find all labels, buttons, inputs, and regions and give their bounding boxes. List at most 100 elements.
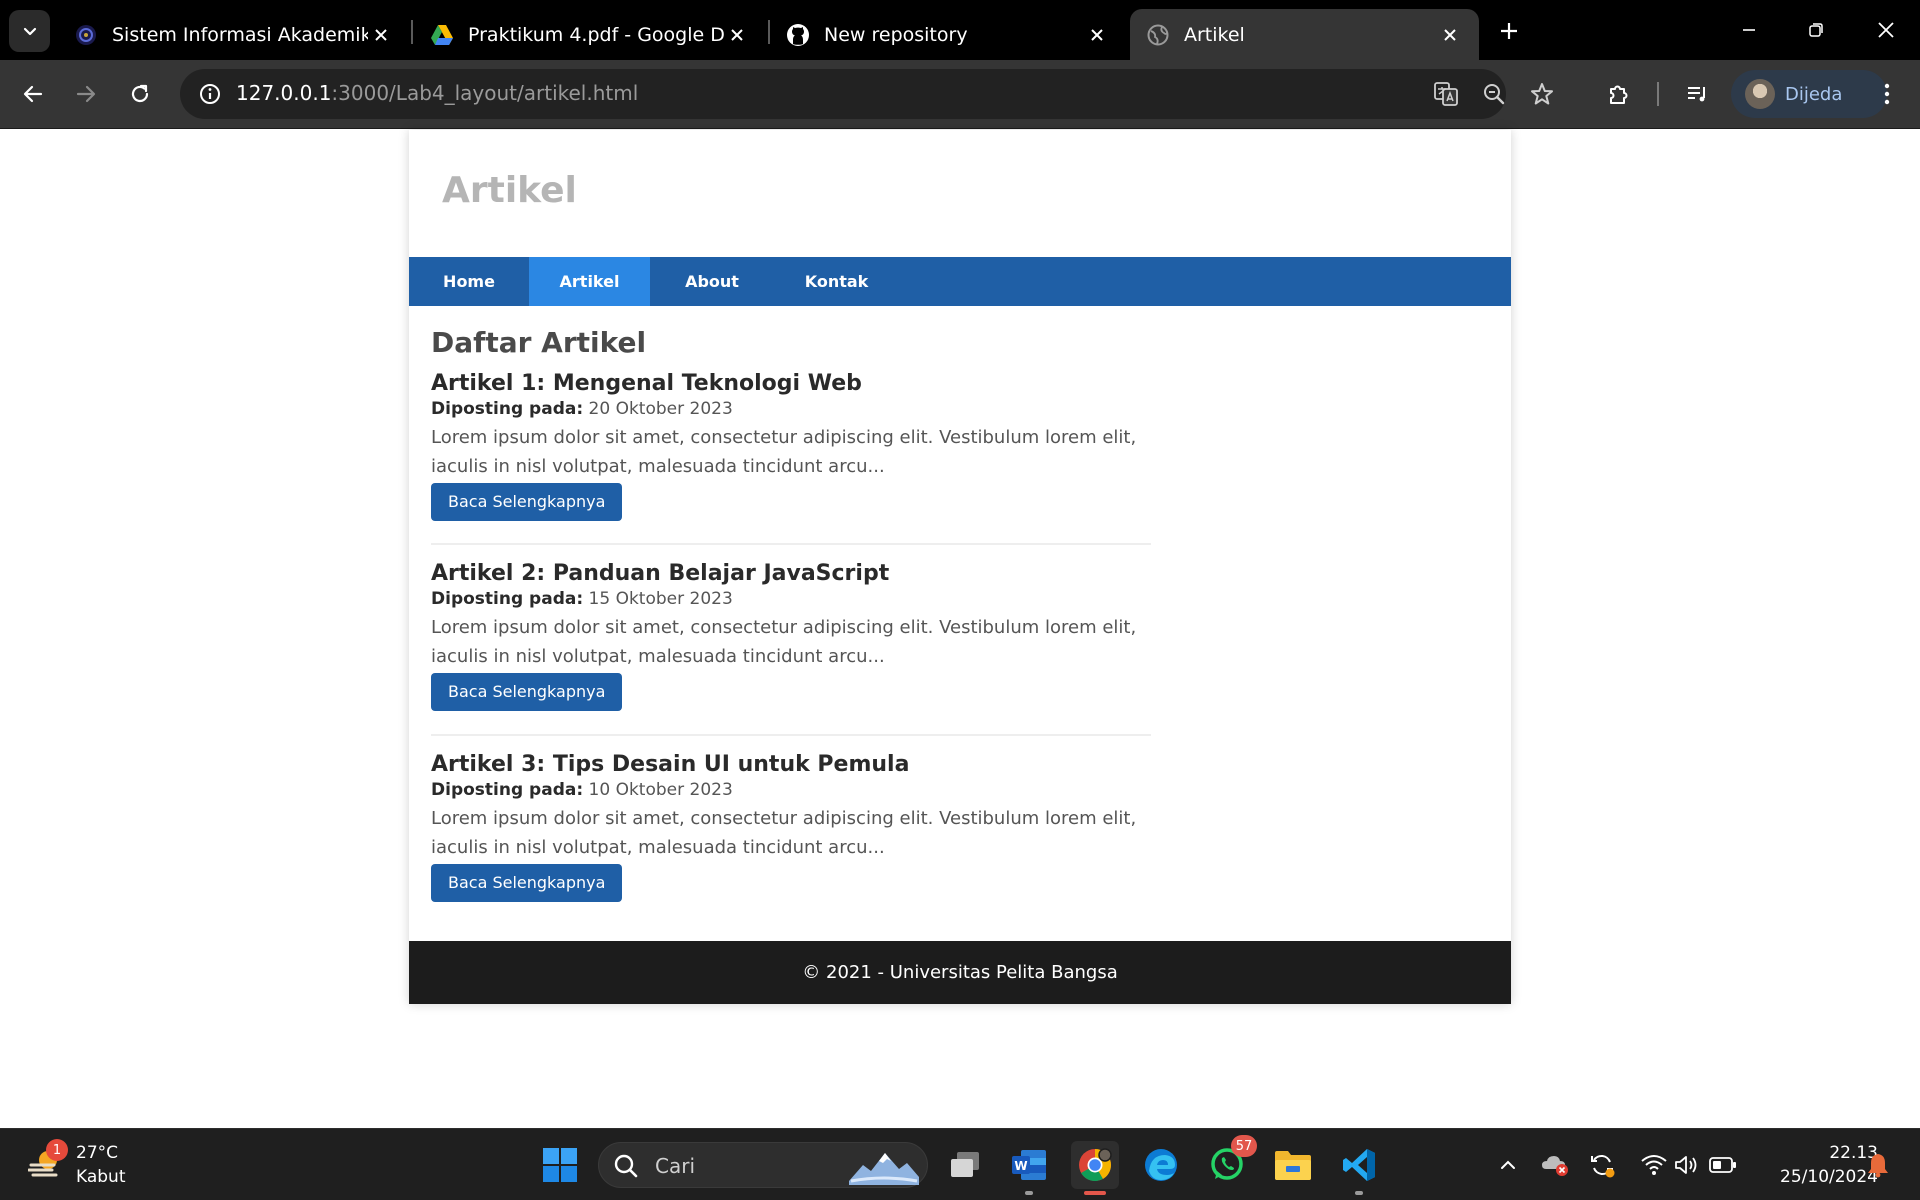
content-title: Daftar Artikel (431, 326, 647, 359)
system-clock[interactable]: 22.13 25/10/2024 (1758, 1141, 1878, 1189)
github-icon (786, 23, 810, 47)
sync-icon[interactable] (1588, 1151, 1616, 1179)
arrow-right-icon (76, 85, 96, 103)
tab-artikel[interactable]: Artikel (1130, 9, 1479, 60)
battery-icon[interactable] (1709, 1151, 1737, 1179)
translate-icon[interactable] (1429, 77, 1463, 111)
volume-icon[interactable] (1673, 1151, 1701, 1179)
tab-title: New repository (824, 23, 968, 46)
article-excerpt: Lorem ipsum dolor sit amet, consectetur … (431, 427, 1137, 477)
tab-search-button[interactable] (9, 10, 50, 52)
nav-home[interactable]: Home (409, 257, 529, 306)
weather-notification-badge: 1 (46, 1139, 68, 1161)
nav-about[interactable]: About (650, 257, 774, 306)
close-window-button[interactable] (1863, 10, 1909, 50)
article-excerpt: Lorem ipsum dolor sit amet, consectetur … (431, 808, 1137, 858)
page-container: Artikel Home Artikel About Kontak Daftar… (409, 130, 1511, 1004)
close-icon (1878, 22, 1894, 38)
bookmark-star-icon[interactable] (1525, 77, 1559, 111)
mountain-art-icon (849, 1153, 919, 1185)
restore-icon (1809, 23, 1823, 37)
article-date: Diposting pada: 15 Oktober 2023 (431, 589, 1151, 609)
address-bar[interactable]: 127.0.0.1:3000/Lab4_layout/artikel.html (180, 69, 1553, 119)
close-icon[interactable] (1084, 22, 1110, 48)
site-nav: Home Artikel About Kontak (409, 257, 1511, 306)
vscode-icon (1343, 1149, 1375, 1181)
site-info-icon[interactable] (192, 76, 228, 112)
back-button[interactable] (12, 73, 54, 115)
whatsapp-app[interactable]: 57 (1203, 1135, 1257, 1189)
tab-title: Praktikum 4.pdf - Google Drive (468, 23, 724, 46)
nav-artikel[interactable]: Artikel (529, 257, 650, 306)
google-drive-icon (430, 23, 454, 47)
tab-sistem-informasi[interactable]: Sistem Informasi Akademik (58, 9, 410, 60)
search-icon (614, 1154, 638, 1178)
chrome-icon (1079, 1148, 1112, 1182)
wifi-icon[interactable] (1640, 1151, 1668, 1179)
article-title: Artikel 2: Panduan Belajar JavaScript (431, 561, 890, 586)
clock-date: 25/10/2024 (1780, 1167, 1878, 1187)
zoom-icon[interactable] (1477, 77, 1511, 111)
folder-icon (1275, 1151, 1311, 1180)
reload-icon (131, 84, 149, 103)
nav-kontak[interactable]: Kontak (774, 257, 899, 306)
arrow-left-icon (23, 85, 43, 103)
tab-title: Artikel (1184, 23, 1245, 46)
read-more-button[interactable]: Baca Selengkapnya (431, 483, 623, 521)
notification-bell-icon[interactable] (1864, 1151, 1892, 1179)
close-icon[interactable] (368, 22, 394, 48)
tab-google-drive[interactable]: Praktikum 4.pdf - Google Drive (414, 9, 766, 60)
browser-tab-strip: Sistem Informasi Akademik Praktikum 4.pd… (0, 0, 1920, 60)
weather-temperature: 27°C (76, 1143, 119, 1163)
taskbar: 1 27°C Kabut Cari W 57 22.13 25/10/2024 (0, 1128, 1920, 1200)
close-icon[interactable] (724, 22, 750, 48)
url-text[interactable]: 127.0.0.1:3000/Lab4_layout/artikel.html (236, 81, 638, 105)
article-title: Artikel 1: Mengenal Teknologi Web (431, 371, 862, 396)
notification-badge: 57 (1231, 1135, 1257, 1157)
playlist-icon (1688, 87, 1705, 102)
minimize-button[interactable] (1726, 10, 1772, 50)
taskbar-search[interactable]: Cari (598, 1142, 928, 1188)
chrome-app[interactable] (1071, 1141, 1119, 1195)
task-view-icon (951, 1152, 979, 1177)
article-item: Artikel 1: Mengenal Teknologi Web Dipost… (431, 369, 1151, 545)
article-date: Diposting pada: 20 Oktober 2023 (431, 399, 1151, 419)
article-date: Diposting pada: 10 Oktober 2023 (431, 780, 1151, 800)
tab-new-repository[interactable]: New repository (770, 9, 1126, 60)
extensions-button[interactable] (1598, 73, 1640, 115)
article-list: Daftar Artikel Artikel 1: Mengenal Tekno… (431, 326, 1151, 916)
app-active-indicator (1084, 1191, 1106, 1195)
restore-button[interactable] (1793, 10, 1839, 50)
url-host: 127.0.0.1 (236, 81, 332, 105)
edge-app[interactable] (1137, 1141, 1185, 1189)
browser-toolbar: 127.0.0.1:3000/Lab4_layout/artikel.html … (0, 60, 1920, 129)
profile-button[interactable]: Dijeda (1731, 70, 1887, 118)
app-open-indicator (1025, 1191, 1033, 1195)
profile-name: Dijeda (1785, 83, 1843, 105)
read-more-button[interactable]: Baca Selengkapnya (431, 864, 623, 902)
globe-icon (1146, 23, 1170, 47)
vscode-app[interactable] (1335, 1141, 1383, 1195)
tray-overflow-button[interactable] (1494, 1151, 1522, 1179)
date-label: Diposting pada: (431, 780, 584, 800)
word-app[interactable]: W (1005, 1141, 1053, 1195)
app-open-indicator (1355, 1191, 1363, 1195)
tab-separator (411, 20, 413, 44)
reload-button[interactable] (119, 73, 161, 115)
tab-title: Sistem Informasi Akademik (112, 23, 368, 46)
article-item: Artikel 2: Panduan Belajar JavaScript Di… (431, 545, 1151, 736)
media-control-button[interactable] (1676, 73, 1718, 115)
onedrive-error-icon[interactable] (1541, 1151, 1569, 1179)
task-view-button[interactable] (941, 1141, 989, 1189)
close-icon[interactable] (1437, 22, 1463, 48)
weather-widget[interactable]: 1 27°C Kabut (24, 1139, 134, 1191)
file-explorer-app[interactable] (1269, 1141, 1317, 1189)
svg-text:W: W (1014, 1159, 1027, 1173)
start-button[interactable] (536, 1141, 584, 1189)
forward-button[interactable] (65, 73, 107, 115)
article-title: Artikel 3: Tips Desain UI untuk Pemula (431, 752, 910, 777)
browser-menu-button[interactable] (1866, 73, 1908, 115)
article-item: Artikel 3: Tips Desain UI untuk Pemula D… (431, 736, 1151, 916)
new-tab-button[interactable] (1492, 14, 1526, 48)
read-more-button[interactable]: Baca Selengkapnya (431, 673, 623, 711)
